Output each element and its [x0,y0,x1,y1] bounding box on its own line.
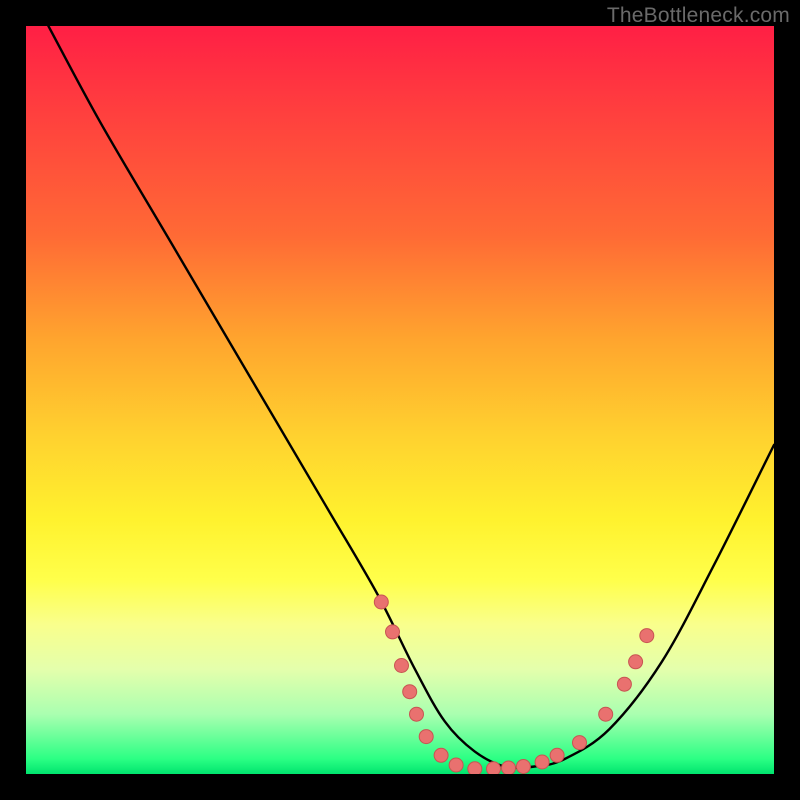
curve-marker [573,736,587,750]
curve-marker [419,730,433,744]
curve-marker [468,762,482,774]
curve-marker [434,748,448,762]
curve-marker [629,655,643,669]
curve-marker [535,755,549,769]
curve-marker [502,761,516,774]
curve-marker [487,762,501,774]
chart-stage: TheBottleneck.com [0,0,800,800]
curve-marker [403,685,417,699]
curve-markers [374,595,654,774]
curve-marker [640,629,654,643]
curve-marker [550,748,564,762]
bottleneck-curve [48,26,774,768]
curve-marker [516,760,530,774]
curve-layer [26,26,774,774]
watermark-text: TheBottleneck.com [607,4,790,28]
curve-marker [395,659,409,673]
curve-marker [449,758,463,772]
curve-marker [617,677,631,691]
plot-area [26,26,774,774]
curve-marker [374,595,388,609]
curve-marker [386,625,400,639]
curve-marker [599,707,613,721]
curve-marker [410,707,424,721]
